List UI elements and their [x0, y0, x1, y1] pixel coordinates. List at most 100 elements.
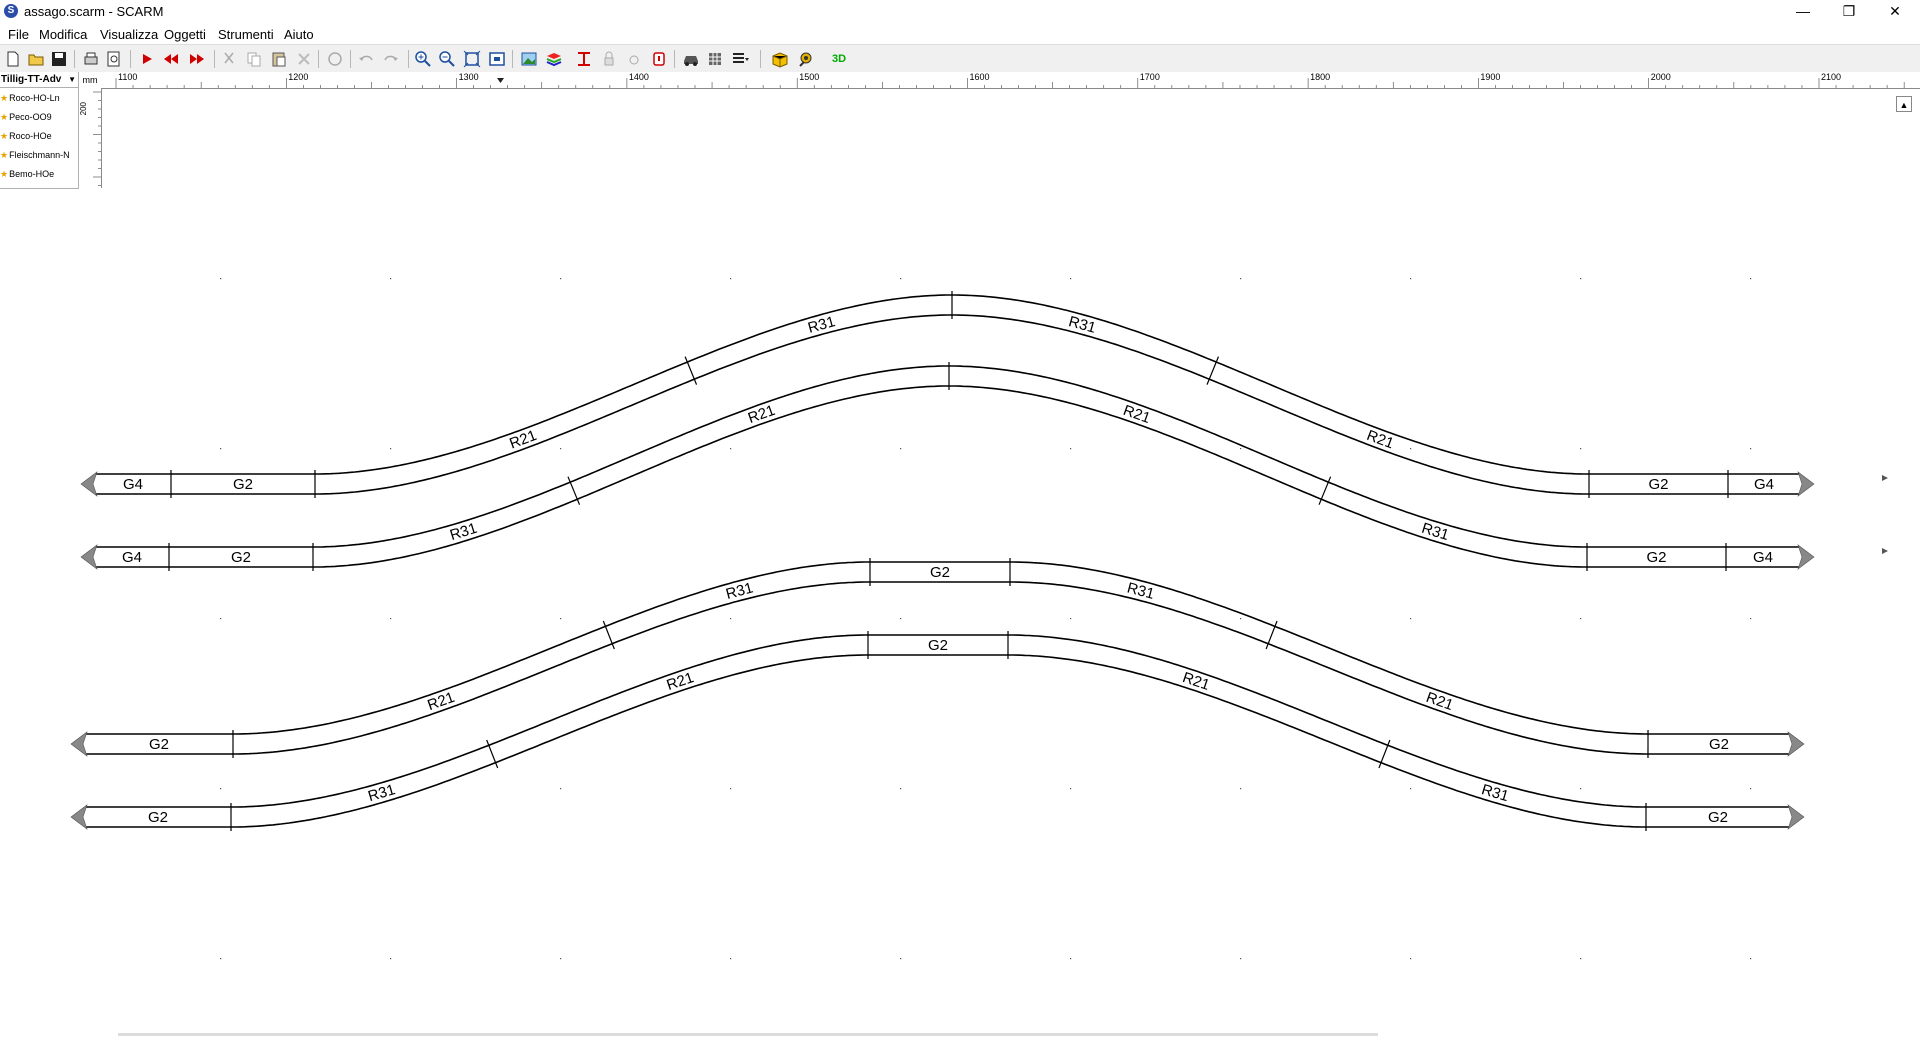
grid-dot	[900, 278, 901, 279]
track-end-arrow-icon[interactable]	[1798, 545, 1814, 569]
horizontal-scrollbar[interactable]	[118, 1033, 1378, 1036]
menu-file[interactable]: File	[8, 27, 29, 42]
dropdown-arrow-icon[interactable]: ▼	[68, 72, 76, 88]
track-group[interactable]: G4G2R31R21R21R31G2G4	[81, 362, 1814, 571]
grid-dot	[1240, 958, 1241, 959]
track-label: G2	[1648, 476, 1668, 493]
track-end-arrow-icon[interactable]	[71, 805, 87, 829]
list-dropdown-icon[interactable]	[731, 50, 749, 68]
package-icon[interactable]	[771, 50, 789, 68]
menu-oggetti[interactable]: Oggetti	[164, 27, 206, 42]
view-3d-icon[interactable]: 3D	[828, 50, 850, 68]
save-icon[interactable]	[50, 50, 68, 68]
grid-dot	[730, 958, 731, 959]
track-end-arrow-icon[interactable]	[1788, 805, 1804, 829]
track-label: R21	[507, 427, 539, 453]
minimize-button[interactable]: —	[1780, 0, 1826, 24]
measure-icon[interactable]	[797, 50, 815, 68]
lock-icon[interactable]	[600, 50, 618, 68]
ruler-x-label: 1400	[629, 72, 649, 82]
menu-bar: File Modifica Visualizza Oggetti Strumen…	[0, 24, 1920, 44]
menu-modifica[interactable]: Modifica	[39, 27, 87, 42]
track-rail	[95, 366, 1799, 547]
layers-icon[interactable]	[545, 50, 563, 68]
menu-strumenti[interactable]: Strumenti	[218, 27, 274, 42]
group-icon[interactable]	[625, 50, 643, 68]
print-icon[interactable]	[82, 50, 100, 68]
grid-dot	[730, 618, 731, 619]
grid-dot	[1580, 618, 1581, 619]
zoom-fit-icon[interactable]	[463, 50, 481, 68]
undo-icon[interactable]	[357, 50, 375, 68]
track-layout: G4G2R21R31R31R21G2G4G4G2R31R21R21R31G2G4…	[0, 88, 1920, 1040]
rotate-icon[interactable]	[326, 50, 344, 68]
zoom-out-icon[interactable]	[438, 50, 456, 68]
track-label: R21	[1180, 669, 1212, 694]
track-end-arrow-icon[interactable]	[1798, 472, 1814, 496]
track-label: R21	[425, 689, 457, 714]
grid-dots	[220, 278, 1751, 959]
ruler-top[interactable]: 1100120013001400150016001700180019002000…	[101, 72, 1920, 89]
grid-dot	[730, 788, 731, 789]
zoom-window-icon[interactable]	[488, 50, 506, 68]
grid-dot	[1750, 958, 1751, 959]
car-icon[interactable]	[682, 50, 700, 68]
grid-dot	[220, 448, 221, 449]
grid-dot	[560, 448, 561, 449]
zoom-in-icon[interactable]	[414, 50, 432, 68]
redo-icon[interactable]	[382, 50, 400, 68]
grid-dot	[560, 958, 561, 959]
track-end-arrow-icon[interactable]	[81, 545, 97, 569]
track-label: R21	[1121, 402, 1153, 427]
library-select[interactable]: Tillig-TT-Adv ▼	[0, 72, 78, 88]
grid-dot	[1750, 788, 1751, 789]
open-folder-icon[interactable]	[27, 50, 45, 68]
ruler-top-svg: 1100120013001400150016001700180019002000…	[101, 72, 1920, 88]
copy-icon[interactable]	[245, 50, 263, 68]
rewind-icon[interactable]	[162, 50, 180, 68]
maximize-button[interactable]: ❐	[1826, 0, 1872, 24]
scroll-up-button[interactable]: ▲	[1896, 96, 1912, 112]
grid-dot	[1240, 278, 1241, 279]
menu-visualizza[interactable]: Visualizza	[100, 27, 158, 42]
track-end-arrow-icon[interactable]	[81, 472, 97, 496]
menu-aiuto[interactable]: Aiuto	[284, 27, 314, 42]
track-group[interactable]: G2R31R21G2R21R31G2	[71, 631, 1804, 831]
grid-dot	[1070, 618, 1071, 619]
connector-marker-icon	[1882, 548, 1888, 554]
track-label: R31	[366, 781, 397, 805]
track-label: R31	[1479, 781, 1510, 805]
track-label: G2	[1708, 809, 1728, 826]
delete-icon[interactable]	[295, 50, 313, 68]
ruler-x-label: 2000	[1651, 72, 1671, 82]
track-label: G2	[928, 637, 948, 654]
cut-icon[interactable]	[220, 50, 238, 68]
grid-dot	[900, 448, 901, 449]
run-icon[interactable]	[138, 50, 156, 68]
image-icon[interactable]	[520, 50, 538, 68]
alert-icon[interactable]	[650, 50, 668, 68]
fast-forward-icon[interactable]	[188, 50, 206, 68]
track-group[interactable]: G2R21R31G2R31R21G2	[71, 558, 1804, 758]
connector-marker-icon	[1882, 475, 1888, 481]
scarm-app-icon[interactable]: S	[4, 4, 18, 18]
close-button[interactable]: ✕	[1872, 0, 1918, 24]
grid-dot	[390, 958, 391, 959]
grid-icon[interactable]	[706, 50, 724, 68]
paste-icon[interactable]	[270, 50, 288, 68]
height-icon[interactable]	[575, 50, 593, 68]
grid-dot	[390, 278, 391, 279]
layout-canvas[interactable]: G4G2R21R31R31R21G2G4G4G2R31R21R21R31G2G4…	[0, 88, 1920, 1040]
track-group[interactable]: G4G2R21R31R31R21G2G4	[81, 291, 1814, 498]
track-label: G4	[1753, 549, 1773, 566]
track-end-arrow-icon[interactable]	[71, 732, 87, 756]
print-preview-icon[interactable]	[105, 50, 123, 68]
grid-dot	[1070, 788, 1071, 789]
grid-dot	[1070, 448, 1071, 449]
track-end-arrow-icon[interactable]	[1788, 732, 1804, 756]
grid-dot	[1410, 788, 1411, 789]
grid-dot	[900, 958, 901, 959]
new-file-icon[interactable]	[4, 50, 22, 68]
grid-dot	[1240, 618, 1241, 619]
grid-dot	[1580, 448, 1581, 449]
